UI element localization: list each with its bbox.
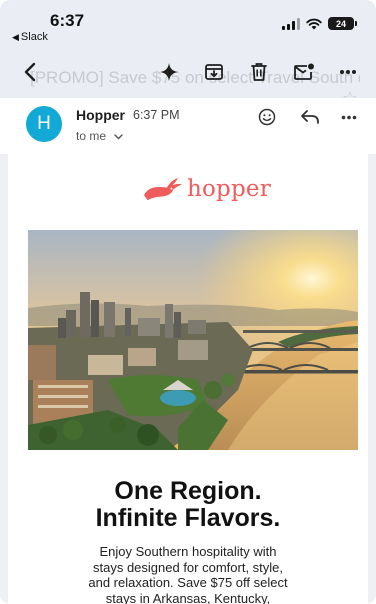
message-header: H Hopper 6:37 PM to me [0,98,376,154]
more-icon [341,115,357,119]
status-bar: 6:37 ◀ Slack 24 [0,0,376,46]
headline-line-1: One Region. [114,477,262,505]
chevron-down-icon [114,134,124,140]
battery-icon: 24 [328,17,357,30]
sender-name: Hopper [76,107,125,123]
wifi-icon [306,18,322,29]
more-icon [340,70,356,74]
archive-icon [205,64,223,80]
city-river-sunset-illustration [28,230,358,450]
delete-button[interactable] [241,46,277,98]
status-indicators: 24 [282,17,357,30]
cellular-signal-icon [282,17,300,30]
message-more-button[interactable] [334,104,364,130]
message-time: 6:37 PM [133,108,180,122]
more-options-button[interactable] [330,46,366,98]
back-button[interactable] [12,46,48,98]
back-app-label: Slack [20,31,48,43]
headline-line-2: Infinite Flavors. [95,504,281,532]
recipient-details-toggle[interactable]: to me [76,129,124,143]
trash-icon [251,63,267,81]
body-line-1: Enjoy Southern hospitality with [99,544,277,559]
sparkle-icon [160,63,178,81]
hopper-logo-text: hopper [187,176,271,202]
email-content: hopper One Region. Infinite Flavors. Enj… [0,154,376,604]
hopper-logo[interactable]: hopper [141,176,271,202]
body-line-4: stays in Arkansas, Kentucky, [105,590,271,604]
reply-button[interactable] [295,104,325,130]
back-triangle-icon: ◀ [12,32,19,42]
gemini-button[interactable] [151,46,187,98]
promo-headline: One Region. Infinite Flavors. [16,478,360,532]
email-toolbar: [PROMO] Save $75 on select Travel South … [0,46,376,108]
mark-unread-button[interactable] [286,46,322,98]
body-line-3: and relaxation. Save $75 off select [88,575,288,590]
hero-image-city-skyline[interactable] [28,230,358,450]
promo-body-text: Enjoy Southern hospitality with stays de… [46,544,330,604]
status-time: 6:37 [50,11,85,30]
add-reaction-button[interactable] [252,104,282,130]
bunny-logo-icon [144,178,182,201]
body-line-2: stays designed for comfort, style, [92,559,284,575]
back-arrow-icon [24,62,36,82]
archive-button[interactable] [196,46,232,98]
recipient-label: to me [76,129,107,143]
back-to-app-link[interactable]: ◀ Slack [12,31,48,43]
sender-avatar[interactable]: H [26,106,62,142]
phone-screen: 6:37 ◀ Slack 24 [PROMO] Save $75 on selec… [0,0,376,604]
smiley-icon [258,108,276,126]
mark-unread-icon [294,63,314,80]
reply-icon [301,110,319,124]
